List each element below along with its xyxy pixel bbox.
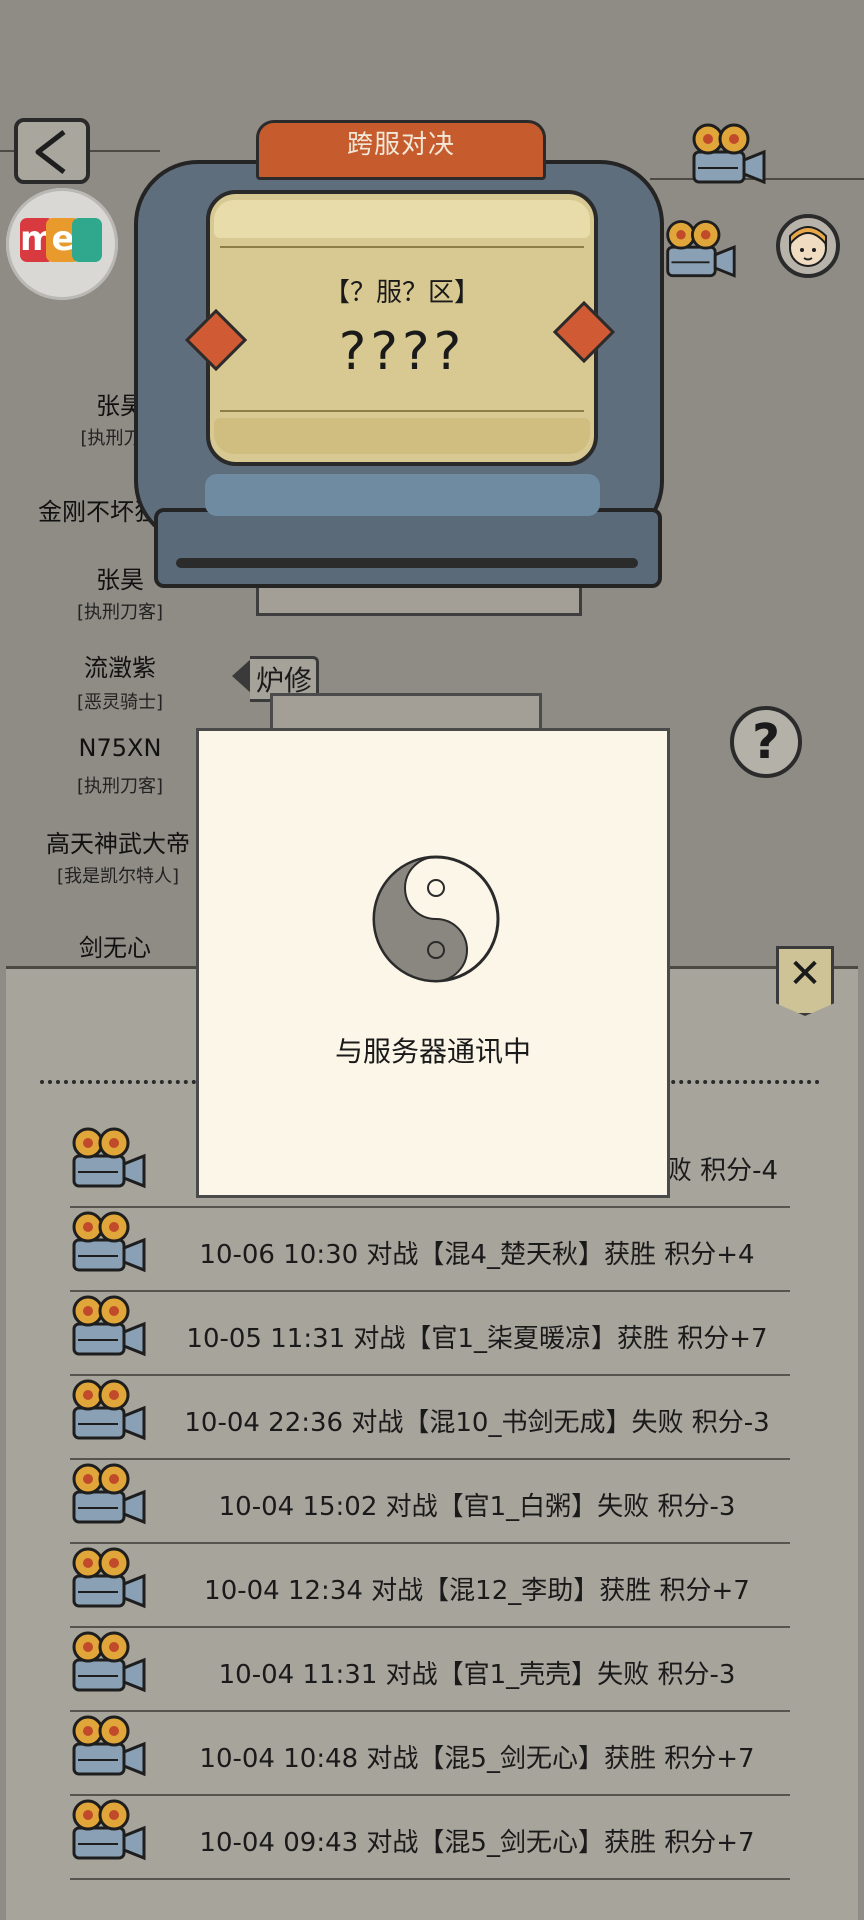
ranking-title: [执刑刀客] xyxy=(76,776,164,797)
row-divider xyxy=(70,1878,790,1880)
replay-camera-icon[interactable] xyxy=(68,1378,148,1444)
back-button[interactable] xyxy=(14,118,90,184)
ranking-title: [执刑刀客] xyxy=(76,602,164,623)
record-text: 10-05 11:31 对战【官1_柒夏暖凉】获胜 积分+7 xyxy=(186,1324,768,1354)
close-icon: ✕ xyxy=(788,951,822,997)
ranking-name[interactable]: 流澂紫 xyxy=(40,648,200,683)
help-button[interactable]: ? xyxy=(730,706,802,778)
ranking-title: [恶灵骑士] xyxy=(76,692,164,713)
replay-camera-icon[interactable] xyxy=(68,1126,148,1192)
replay-camera-icon[interactable] xyxy=(68,1630,148,1696)
ranking-name[interactable]: 高天神武大帝 xyxy=(28,824,208,859)
replay-camera-icon[interactable] xyxy=(662,218,738,282)
replay-camera-icon[interactable] xyxy=(68,1798,148,1864)
ranking-name[interactable]: 剑无心 xyxy=(40,928,190,963)
screen-shadow xyxy=(214,418,590,454)
screen-stripe xyxy=(220,410,584,412)
yin-yang-icon xyxy=(372,855,500,983)
record-row[interactable]: 10-05 11:31 对战【官1_柒夏暖凉】获胜 积分+7 xyxy=(68,1292,790,1376)
chevron-left-icon xyxy=(35,130,66,174)
record-row[interactable]: 10-04 22:36 对战【混10_书剑无成】失败 积分-3 xyxy=(68,1376,790,1460)
record-row[interactable]: 10-06 10:30 对战【混4_楚天秋】获胜 积分+4 xyxy=(68,1208,790,1292)
replay-camera-icon[interactable] xyxy=(688,122,768,188)
record-text: 10-04 22:36 对战【混10_书剑无成】失败 积分-3 xyxy=(184,1408,770,1438)
machine-slot xyxy=(176,558,638,568)
mode-title: 跨服对决 xyxy=(346,130,455,160)
screen-stripe xyxy=(220,246,584,248)
record-row[interactable]: 10-04 09:43 对战【混5_剑无心】获胜 积分+7 xyxy=(68,1796,790,1880)
record-text: 10-06 10:30 对战【混4_楚天秋】获胜 积分+4 xyxy=(199,1240,755,1270)
replay-camera-icon[interactable] xyxy=(68,1294,148,1360)
opponent-server: 【？服？区】 xyxy=(323,278,480,308)
ranking-name[interactable]: N75XN xyxy=(40,734,200,762)
replay-camera-icon[interactable] xyxy=(68,1210,148,1276)
logo-letter-tail xyxy=(72,218,102,262)
replay-camera-icon[interactable] xyxy=(68,1546,148,1612)
record-row[interactable]: 10-04 15:02 对战【官1_白粥】失败 积分-3 xyxy=(68,1460,790,1544)
machine-panel xyxy=(205,474,600,516)
avatar[interactable] xyxy=(776,214,840,278)
record-text: 10-04 15:02 对战【官1_白粥】失败 积分-3 xyxy=(218,1492,736,1522)
ranking-title: [我是凯尔特人] xyxy=(56,866,180,887)
me-logo[interactable]: m e xyxy=(6,188,118,300)
machine-base xyxy=(154,508,662,588)
record-row[interactable]: 10-04 10:48 对战【混5_剑无心】获胜 积分+7 xyxy=(68,1712,790,1796)
loading-dialog xyxy=(196,728,670,1198)
record-text: 10-04 09:43 对战【混5_剑无心】获胜 积分+7 xyxy=(199,1828,755,1858)
record-text: 10-04 11:31 对战【官1_壳壳】失败 积分-3 xyxy=(218,1660,736,1690)
character-face-icon xyxy=(789,226,827,267)
record-text: 10-04 12:34 对战【混12_李助】获胜 积分+7 xyxy=(204,1576,750,1606)
record-row[interactable]: 10-04 11:31 对战【官1_壳壳】失败 积分-3 xyxy=(68,1628,790,1712)
screen-highlight xyxy=(214,200,590,238)
replay-camera-icon[interactable] xyxy=(68,1714,148,1780)
opponent-name: ???? xyxy=(338,322,466,382)
replay-camera-icon[interactable] xyxy=(68,1462,148,1528)
record-text: 10-04 10:48 对战【混5_剑无心】获胜 积分+7 xyxy=(199,1744,755,1774)
loading-message: 与服务器通讯中 xyxy=(334,1035,531,1068)
tag-notch xyxy=(232,658,252,694)
question-icon: ? xyxy=(752,714,780,770)
record-row[interactable]: 10-04 12:34 对战【混12_李助】获胜 积分+7 xyxy=(68,1544,790,1628)
